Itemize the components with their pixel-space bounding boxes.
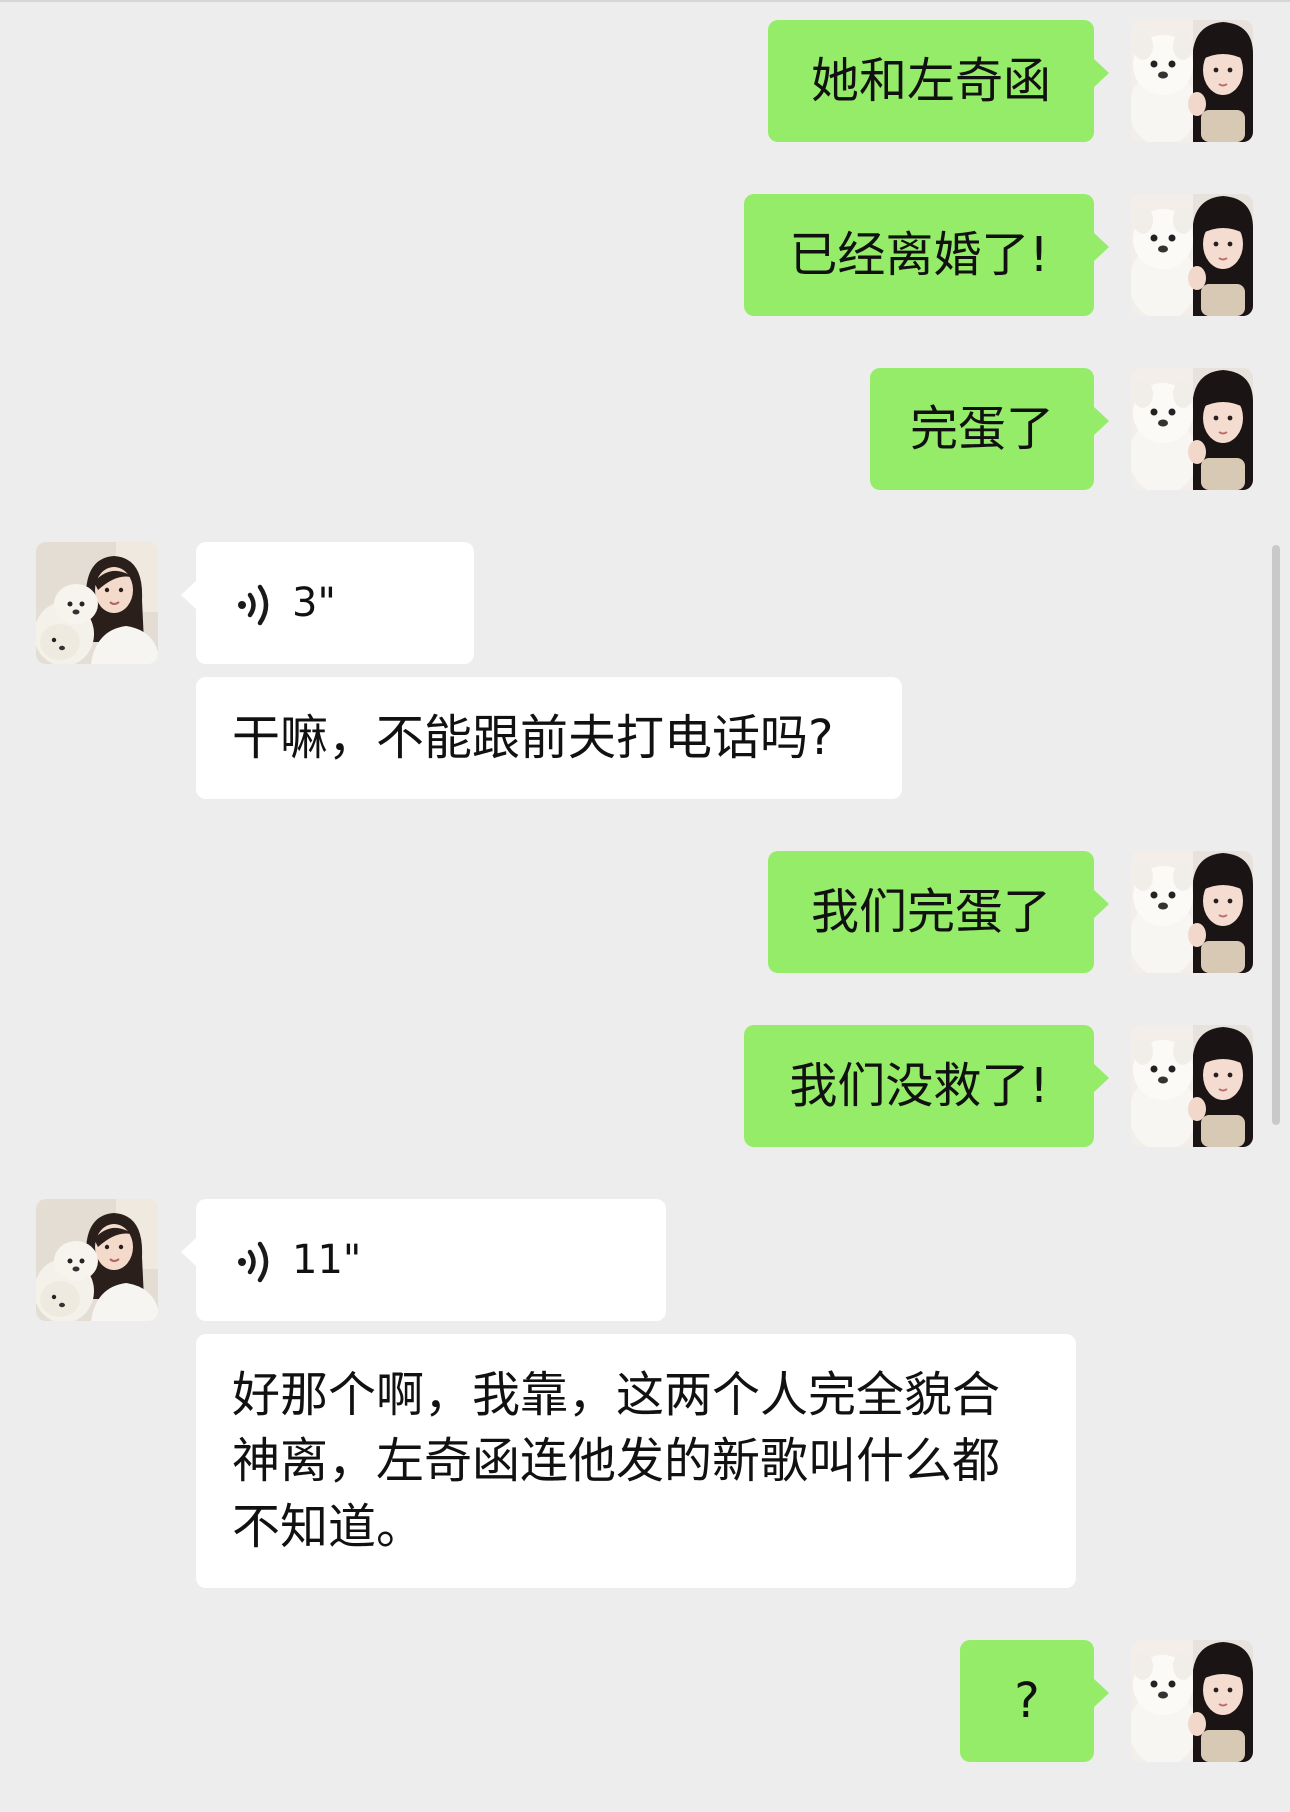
my-message-bubble[interactable]: 完蛋了	[870, 368, 1109, 490]
voice-wave-icon	[234, 1237, 278, 1287]
my-avatar[interactable]	[1131, 20, 1253, 142]
my-avatar-icon	[1131, 1640, 1253, 1762]
contact-avatar[interactable]	[36, 542, 158, 664]
my-avatar-icon	[1131, 1025, 1253, 1147]
my-message-bubble[interactable]: 我们完蛋了	[768, 851, 1109, 973]
contact-avatar-icon	[36, 542, 158, 664]
my-message-bubble[interactable]: 已经离婚了!	[744, 194, 1109, 316]
contact-avatar-icon	[36, 1199, 158, 1321]
contact-avatar[interactable]	[36, 1199, 158, 1321]
my-message-bubble[interactable]: 我们没救了!	[744, 1025, 1109, 1147]
contact-message-bubble[interactable]: 好那个啊，我靠，这两个人完全貌合神离，左奇函连他发的新歌叫什么都不知道。	[196, 1334, 1076, 1588]
my-avatar[interactable]	[1131, 1025, 1253, 1147]
my-message-bubble[interactable]: ?	[960, 1640, 1109, 1762]
voice-wave-icon	[234, 580, 278, 630]
top-divider	[0, 0, 1290, 2]
my-avatar-icon	[1131, 851, 1253, 973]
voice-message-bubble[interactable]: 3"	[181, 542, 474, 664]
my-avatar[interactable]	[1131, 1640, 1253, 1762]
contact-message-bubble[interactable]: 干嘛，不能跟前夫打电话吗?	[196, 677, 902, 799]
voice-duration: 3"	[292, 580, 336, 626]
my-message-bubble[interactable]: 她和左奇函	[768, 20, 1109, 142]
my-avatar-icon	[1131, 368, 1253, 490]
my-avatar-icon	[1131, 20, 1253, 142]
my-avatar[interactable]	[1131, 851, 1253, 973]
my-avatar[interactable]	[1131, 194, 1253, 316]
my-avatar-icon	[1131, 194, 1253, 316]
scrollbar[interactable]	[1272, 545, 1280, 1125]
my-avatar[interactable]	[1131, 368, 1253, 490]
voice-message-bubble[interactable]: 11"	[181, 1199, 666, 1321]
voice-duration: 11"	[292, 1237, 362, 1283]
